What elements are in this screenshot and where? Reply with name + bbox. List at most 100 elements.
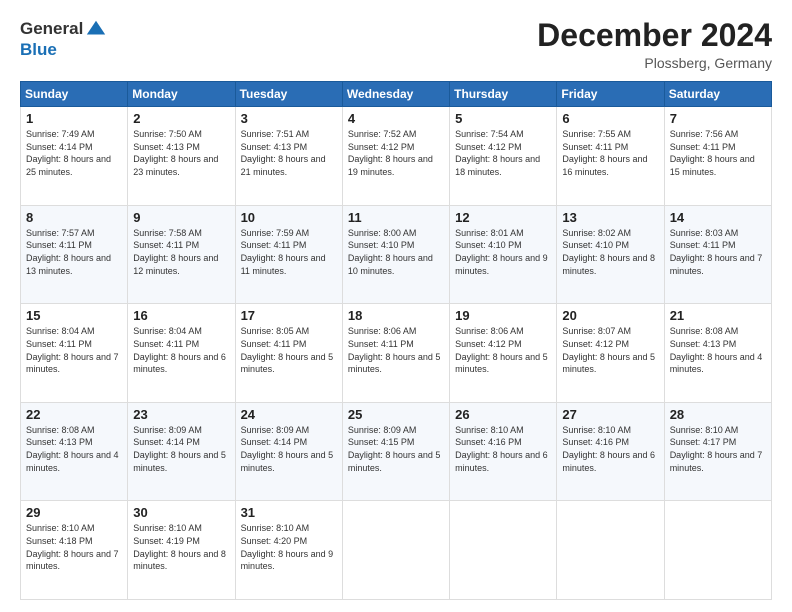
calendar-day-cell: 22 Sunrise: 8:08 AM Sunset: 4:13 PM Dayl…	[21, 402, 128, 501]
calendar-day-cell: 19 Sunrise: 8:06 AM Sunset: 4:12 PM Dayl…	[450, 304, 557, 403]
cell-info: Sunrise: 8:02 AM Sunset: 4:10 PM Dayligh…	[562, 227, 658, 277]
logo-general: General	[20, 19, 83, 39]
calendar-week-row: 29 Sunrise: 8:10 AM Sunset: 4:18 PM Dayl…	[21, 501, 772, 600]
cell-info: Sunrise: 8:04 AM Sunset: 4:11 PM Dayligh…	[26, 325, 122, 375]
cell-info: Sunrise: 8:10 AM Sunset: 4:16 PM Dayligh…	[455, 424, 551, 474]
calendar-header-cell: Sunday	[21, 82, 128, 107]
day-number: 2	[133, 111, 229, 126]
cell-info: Sunrise: 7:50 AM Sunset: 4:13 PM Dayligh…	[133, 128, 229, 178]
title-location: Plossberg, Germany	[537, 55, 772, 71]
day-number: 16	[133, 308, 229, 323]
day-number: 15	[26, 308, 122, 323]
header: General Blue December 2024 Plossberg, Ge…	[20, 18, 772, 71]
calendar-week-row: 1 Sunrise: 7:49 AM Sunset: 4:14 PM Dayli…	[21, 107, 772, 206]
calendar-header-cell: Saturday	[664, 82, 771, 107]
calendar-day-cell: 12 Sunrise: 8:01 AM Sunset: 4:10 PM Dayl…	[450, 205, 557, 304]
calendar-day-cell: 1 Sunrise: 7:49 AM Sunset: 4:14 PM Dayli…	[21, 107, 128, 206]
calendar-day-cell: 30 Sunrise: 8:10 AM Sunset: 4:19 PM Dayl…	[128, 501, 235, 600]
calendar-header-cell: Monday	[128, 82, 235, 107]
day-number: 19	[455, 308, 551, 323]
cell-info: Sunrise: 8:09 AM Sunset: 4:14 PM Dayligh…	[241, 424, 337, 474]
day-number: 6	[562, 111, 658, 126]
cell-info: Sunrise: 7:52 AM Sunset: 4:12 PM Dayligh…	[348, 128, 444, 178]
calendar-day-cell: 2 Sunrise: 7:50 AM Sunset: 4:13 PM Dayli…	[128, 107, 235, 206]
day-number: 5	[455, 111, 551, 126]
cell-info: Sunrise: 7:57 AM Sunset: 4:11 PM Dayligh…	[26, 227, 122, 277]
cell-info: Sunrise: 8:10 AM Sunset: 4:20 PM Dayligh…	[241, 522, 337, 572]
calendar-week-row: 15 Sunrise: 8:04 AM Sunset: 4:11 PM Dayl…	[21, 304, 772, 403]
calendar-day-cell: 10 Sunrise: 7:59 AM Sunset: 4:11 PM Dayl…	[235, 205, 342, 304]
day-number: 9	[133, 210, 229, 225]
cell-info: Sunrise: 8:10 AM Sunset: 4:16 PM Dayligh…	[562, 424, 658, 474]
cell-info: Sunrise: 8:04 AM Sunset: 4:11 PM Dayligh…	[133, 325, 229, 375]
calendar-day-cell: 20 Sunrise: 8:07 AM Sunset: 4:12 PM Dayl…	[557, 304, 664, 403]
cell-info: Sunrise: 7:59 AM Sunset: 4:11 PM Dayligh…	[241, 227, 337, 277]
day-number: 31	[241, 505, 337, 520]
day-number: 7	[670, 111, 766, 126]
day-number: 27	[562, 407, 658, 422]
day-number: 8	[26, 210, 122, 225]
cell-info: Sunrise: 8:10 AM Sunset: 4:18 PM Dayligh…	[26, 522, 122, 572]
calendar-day-cell: 16 Sunrise: 8:04 AM Sunset: 4:11 PM Dayl…	[128, 304, 235, 403]
day-number: 10	[241, 210, 337, 225]
day-number: 18	[348, 308, 444, 323]
calendar-day-cell: 18 Sunrise: 8:06 AM Sunset: 4:11 PM Dayl…	[342, 304, 449, 403]
calendar-header-cell: Tuesday	[235, 82, 342, 107]
calendar-day-cell: 13 Sunrise: 8:02 AM Sunset: 4:10 PM Dayl…	[557, 205, 664, 304]
calendar-header-row: SundayMondayTuesdayWednesdayThursdayFrid…	[21, 82, 772, 107]
cell-info: Sunrise: 8:05 AM Sunset: 4:11 PM Dayligh…	[241, 325, 337, 375]
cell-info: Sunrise: 8:08 AM Sunset: 4:13 PM Dayligh…	[670, 325, 766, 375]
calendar-day-cell	[664, 501, 771, 600]
day-number: 26	[455, 407, 551, 422]
calendar-day-cell: 5 Sunrise: 7:54 AM Sunset: 4:12 PM Dayli…	[450, 107, 557, 206]
day-number: 4	[348, 111, 444, 126]
cell-info: Sunrise: 8:03 AM Sunset: 4:11 PM Dayligh…	[670, 227, 766, 277]
calendar-day-cell: 31 Sunrise: 8:10 AM Sunset: 4:20 PM Dayl…	[235, 501, 342, 600]
calendar-week-row: 8 Sunrise: 7:57 AM Sunset: 4:11 PM Dayli…	[21, 205, 772, 304]
cell-info: Sunrise: 7:56 AM Sunset: 4:11 PM Dayligh…	[670, 128, 766, 178]
page: General Blue December 2024 Plossberg, Ge…	[0, 0, 792, 612]
day-number: 25	[348, 407, 444, 422]
cell-info: Sunrise: 8:06 AM Sunset: 4:12 PM Dayligh…	[455, 325, 551, 375]
calendar-day-cell: 25 Sunrise: 8:09 AM Sunset: 4:15 PM Dayl…	[342, 402, 449, 501]
calendar-day-cell: 15 Sunrise: 8:04 AM Sunset: 4:11 PM Dayl…	[21, 304, 128, 403]
calendar-day-cell: 14 Sunrise: 8:03 AM Sunset: 4:11 PM Dayl…	[664, 205, 771, 304]
calendar-header-cell: Thursday	[450, 82, 557, 107]
calendar-body: 1 Sunrise: 7:49 AM Sunset: 4:14 PM Dayli…	[21, 107, 772, 600]
cell-info: Sunrise: 7:54 AM Sunset: 4:12 PM Dayligh…	[455, 128, 551, 178]
calendar-header-cell: Wednesday	[342, 82, 449, 107]
calendar-day-cell: 7 Sunrise: 7:56 AM Sunset: 4:11 PM Dayli…	[664, 107, 771, 206]
calendar-day-cell: 3 Sunrise: 7:51 AM Sunset: 4:13 PM Dayli…	[235, 107, 342, 206]
calendar-day-cell: 23 Sunrise: 8:09 AM Sunset: 4:14 PM Dayl…	[128, 402, 235, 501]
calendar-day-cell: 6 Sunrise: 7:55 AM Sunset: 4:11 PM Dayli…	[557, 107, 664, 206]
day-number: 29	[26, 505, 122, 520]
cell-info: Sunrise: 8:00 AM Sunset: 4:10 PM Dayligh…	[348, 227, 444, 277]
logo-blue: Blue	[20, 40, 57, 59]
cell-info: Sunrise: 8:09 AM Sunset: 4:15 PM Dayligh…	[348, 424, 444, 474]
cell-info: Sunrise: 8:10 AM Sunset: 4:19 PM Dayligh…	[133, 522, 229, 572]
title-month: December 2024	[537, 18, 772, 53]
cell-info: Sunrise: 8:10 AM Sunset: 4:17 PM Dayligh…	[670, 424, 766, 474]
calendar-day-cell: 28 Sunrise: 8:10 AM Sunset: 4:17 PM Dayl…	[664, 402, 771, 501]
day-number: 1	[26, 111, 122, 126]
calendar-day-cell: 29 Sunrise: 8:10 AM Sunset: 4:18 PM Dayl…	[21, 501, 128, 600]
calendar-day-cell: 8 Sunrise: 7:57 AM Sunset: 4:11 PM Dayli…	[21, 205, 128, 304]
calendar-day-cell: 26 Sunrise: 8:10 AM Sunset: 4:16 PM Dayl…	[450, 402, 557, 501]
calendar-day-cell	[557, 501, 664, 600]
calendar-day-cell	[450, 501, 557, 600]
calendar-day-cell: 27 Sunrise: 8:10 AM Sunset: 4:16 PM Dayl…	[557, 402, 664, 501]
calendar-table: SundayMondayTuesdayWednesdayThursdayFrid…	[20, 81, 772, 600]
day-number: 17	[241, 308, 337, 323]
cell-info: Sunrise: 8:08 AM Sunset: 4:13 PM Dayligh…	[26, 424, 122, 474]
logo-icon	[85, 18, 107, 40]
calendar-week-row: 22 Sunrise: 8:08 AM Sunset: 4:13 PM Dayl…	[21, 402, 772, 501]
cell-info: Sunrise: 8:07 AM Sunset: 4:12 PM Dayligh…	[562, 325, 658, 375]
day-number: 13	[562, 210, 658, 225]
day-number: 22	[26, 407, 122, 422]
cell-info: Sunrise: 8:01 AM Sunset: 4:10 PM Dayligh…	[455, 227, 551, 277]
day-number: 21	[670, 308, 766, 323]
calendar-header-cell: Friday	[557, 82, 664, 107]
cell-info: Sunrise: 7:49 AM Sunset: 4:14 PM Dayligh…	[26, 128, 122, 178]
day-number: 28	[670, 407, 766, 422]
day-number: 14	[670, 210, 766, 225]
